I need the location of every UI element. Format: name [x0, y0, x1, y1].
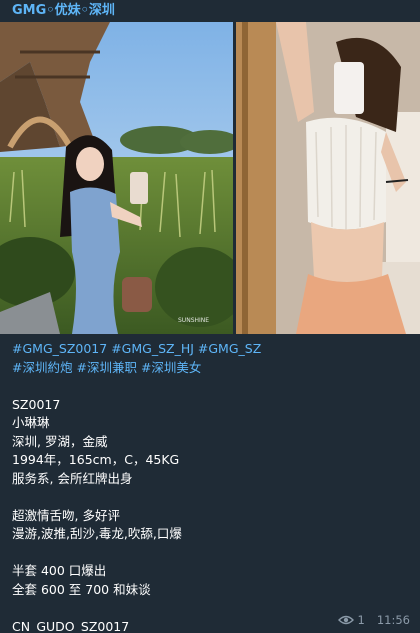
text-line: 漫游,波推,刮沙,毒龙,吹舔,口爆: [12, 526, 182, 541]
photo-watermark: SUNSHINE: [178, 317, 209, 324]
photo-album: SUNSHINE: [0, 22, 420, 334]
text-line: 半套 400 口爆出: [12, 563, 107, 578]
hashtag-row-1: #GMG_SZ0017 #GMG_SZ_HJ #GMG_SZ: [12, 340, 412, 359]
photo-left[interactable]: SUNSHINE: [0, 22, 233, 334]
hashtag-link[interactable]: #深圳美女: [141, 360, 201, 375]
message-time: 11:56: [376, 613, 410, 627]
message-meta: 1 11:56: [337, 613, 410, 627]
hashtag-row-2: #深圳約炮 #深圳兼职 #深圳美女: [12, 359, 412, 378]
hashtag-link[interactable]: #GMG_SZ0017: [12, 341, 107, 356]
views-icon: [337, 615, 354, 625]
photo-right[interactable]: [236, 22, 420, 334]
message-post: GMG◦优妹◦深圳 SUNSHINE #GMG_SZ0017 #GMG_SZ_H…: [0, 0, 420, 633]
hashtag-link[interactable]: #GMG_SZ: [198, 341, 261, 356]
hashtag-link[interactable]: #深圳約炮: [12, 360, 72, 375]
message-text: #GMG_SZ0017 #GMG_SZ_HJ #GMG_SZ #深圳約炮 #深圳…: [12, 340, 412, 633]
hashtag-link[interactable]: #GMG_SZ_HJ: [111, 341, 194, 356]
text-line: 深圳, 罗湖，金威: [12, 433, 108, 449]
channel-title[interactable]: GMG◦优妹◦深圳: [0, 0, 420, 22]
views-count: 1: [357, 613, 365, 627]
text-line: 全套 600 至 700 和妹谈: [12, 581, 151, 597]
text-line: SZ0017: [12, 396, 61, 412]
text-line: 小琳琳: [12, 415, 50, 430]
photo-right-image: [236, 22, 420, 334]
text-line: 超激情舌吻, 多好评: [12, 507, 120, 523]
hashtag-link[interactable]: #深圳兼职: [76, 360, 136, 375]
text-line: 1994年，165cm，C，45KG: [12, 452, 180, 467]
text-line: 服务系, 会所红牌出身: [12, 470, 133, 486]
photo-left-image: SUNSHINE: [0, 22, 233, 334]
